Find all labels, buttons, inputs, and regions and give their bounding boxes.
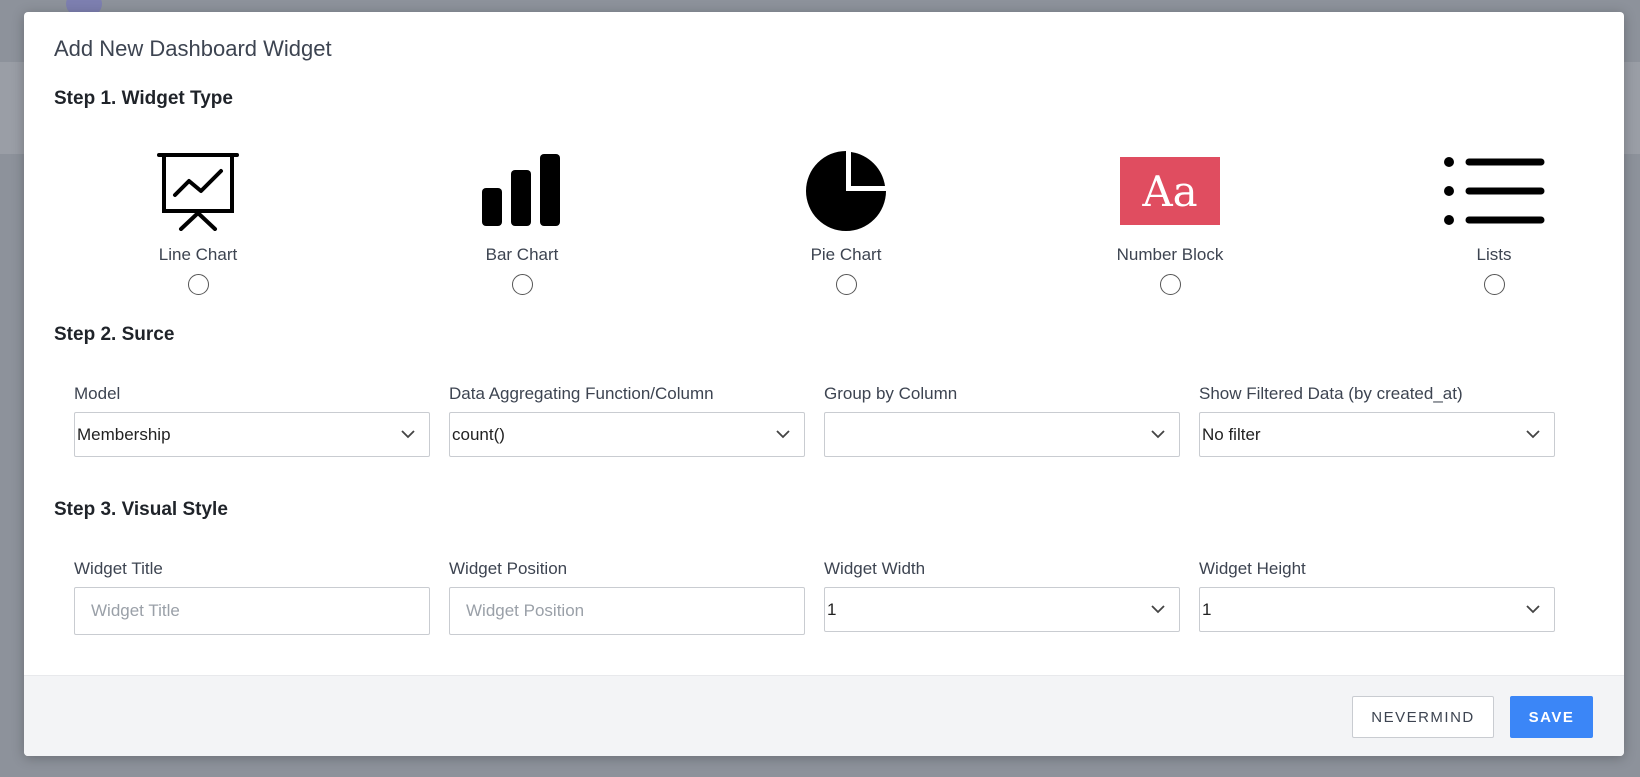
chevron-down-icon <box>401 413 415 456</box>
widget-type-label: Bar Chart <box>485 245 559 264</box>
widget-position-label: Widget Position <box>449 559 568 578</box>
filter-select[interactable]: No filter <box>1199 412 1555 457</box>
group-by-select[interactable] <box>824 412 1180 457</box>
widget-type-lists[interactable]: Lists <box>1404 140 1584 295</box>
aggregate-field: Data Aggregating Function/Column count() <box>449 382 805 457</box>
widget-type-label: Number Block <box>1116 245 1224 264</box>
widget-width-select[interactable]: 1 <box>824 587 1180 632</box>
bar-chart-icon <box>432 140 612 242</box>
widget-position-input[interactable] <box>449 587 805 635</box>
widget-height-value: 1 <box>1202 600 1212 619</box>
widget-height-label: Widget Height <box>1199 559 1306 578</box>
widget-type-pie-chart[interactable]: Pie Chart <box>756 140 936 295</box>
widget-type-radio-line-chart[interactable] <box>187 274 209 295</box>
group-by-field: Group by Column <box>824 382 1180 457</box>
widget-type-label: Lists <box>1476 245 1512 264</box>
step2-heading: Step 2. Surce <box>54 324 175 345</box>
widget-type-radio-lists[interactable] <box>1483 274 1505 295</box>
widget-type-options: Line Chart Bar Chart Pie Chart Aa Number… <box>54 140 1594 300</box>
pie-chart-icon <box>756 140 936 242</box>
filter-field: Show Filtered Data (by created_at) No fi… <box>1199 382 1555 457</box>
model-label: Model <box>74 384 121 403</box>
step3-heading: Step 3. Visual Style <box>54 499 228 520</box>
widget-width-field: Widget Width 1 <box>824 557 1180 632</box>
model-field: Model Membership <box>74 382 430 457</box>
modal-title: Add New Dashboard Widget <box>54 36 332 61</box>
number-block-icon: Aa <box>1120 157 1220 225</box>
widget-height-select[interactable]: 1 <box>1199 587 1555 632</box>
model-select-value: Membership <box>77 425 171 444</box>
aggregate-select-value: count() <box>452 425 505 444</box>
step1-heading: Step 1. Widget Type <box>54 88 233 109</box>
widget-type-label: Line Chart <box>158 245 238 264</box>
widget-type-radio-pie-chart[interactable] <box>835 274 857 295</box>
filter-select-value: No filter <box>1202 425 1261 444</box>
widget-height-field: Widget Height 1 <box>1199 557 1555 632</box>
line-chart-presentation-icon <box>108 140 288 242</box>
chevron-down-icon <box>1151 413 1165 456</box>
chevron-down-icon <box>1526 588 1540 631</box>
widget-title-field: Widget Title <box>74 557 430 635</box>
aggregate-label: Data Aggregating Function/Column <box>449 384 714 403</box>
aggregate-select[interactable]: count() <box>449 412 805 457</box>
nevermind-button[interactable]: NEVERMIND <box>1352 696 1494 738</box>
widget-position-field: Widget Position <box>449 557 805 635</box>
chevron-down-icon <box>776 413 790 456</box>
filter-label: Show Filtered Data (by created_at) <box>1199 384 1463 403</box>
widget-title-input[interactable] <box>74 587 430 635</box>
widget-type-radio-bar-chart[interactable] <box>511 274 533 295</box>
chevron-down-icon <box>1151 588 1165 631</box>
widget-type-line-chart[interactable]: Line Chart <box>108 140 288 295</box>
modal-footer: NEVERMIND SAVE <box>24 675 1624 756</box>
save-button[interactable]: SAVE <box>1510 696 1593 738</box>
widget-title-label: Widget Title <box>74 559 163 578</box>
widget-type-radio-number-block[interactable] <box>1159 274 1181 295</box>
add-widget-modal: Add New Dashboard Widget Step 1. Widget … <box>24 12 1624 756</box>
widget-type-number-block[interactable]: Aa Number Block <box>1080 140 1260 295</box>
chevron-down-icon <box>1526 413 1540 456</box>
group-by-label: Group by Column <box>824 384 958 403</box>
widget-width-value: 1 <box>827 600 837 619</box>
model-select[interactable]: Membership <box>74 412 430 457</box>
widget-type-label: Pie Chart <box>810 245 882 264</box>
widget-width-label: Widget Width <box>824 559 926 578</box>
list-icon <box>1404 140 1584 242</box>
widget-type-bar-chart[interactable]: Bar Chart <box>432 140 612 295</box>
